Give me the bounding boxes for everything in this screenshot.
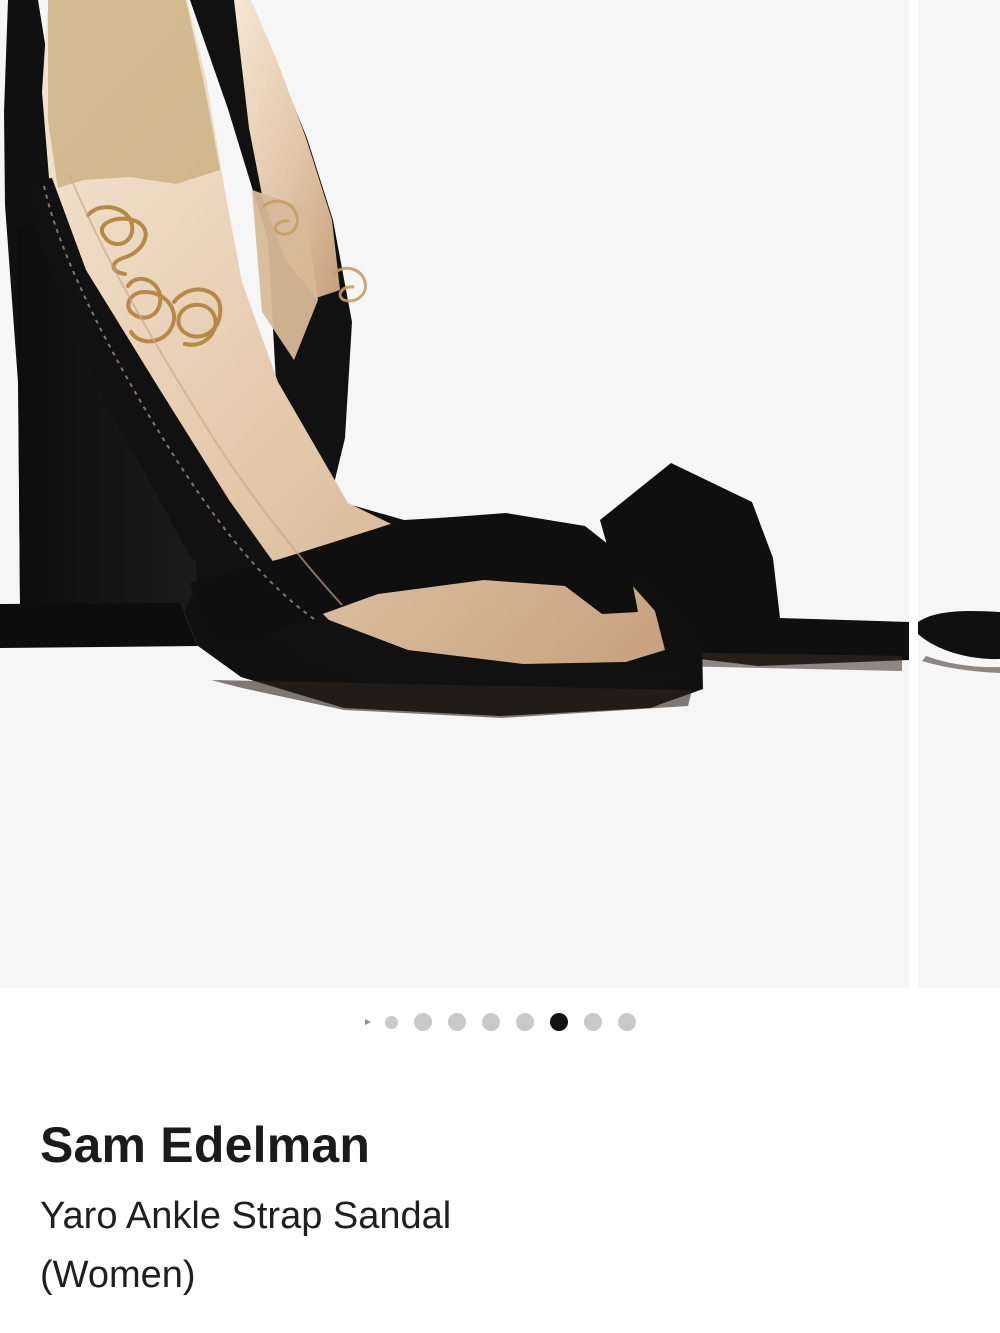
product-brand: Sam Edelman [40, 1117, 371, 1173]
product-image[interactable] [0, 0, 909, 988]
pagination-dot-6-active[interactable] [549, 1013, 568, 1031]
pagination-dot-5[interactable] [515, 1013, 534, 1031]
next-product-image-preview[interactable] [918, 0, 1000, 988]
product-info: Sam Edelman Yaro Ankle Strap Sandal (Wom… [40, 1118, 960, 1305]
play-icon[interactable] [364, 1019, 371, 1025]
pagination-dot-4[interactable] [481, 1013, 500, 1031]
pagination-dot-7[interactable] [583, 1013, 602, 1031]
pagination-dot-1[interactable] [384, 1015, 398, 1029]
pagination-dot-3[interactable] [447, 1013, 466, 1031]
image-pagination[interactable] [0, 1004, 1000, 1040]
pagination-dot-8[interactable] [617, 1013, 636, 1031]
product-image-carousel[interactable] [0, 0, 1000, 988]
product-name: Yaro Ankle Strap Sandal (Women) [40, 1195, 452, 1296]
pagination-dot-2[interactable] [413, 1013, 432, 1031]
